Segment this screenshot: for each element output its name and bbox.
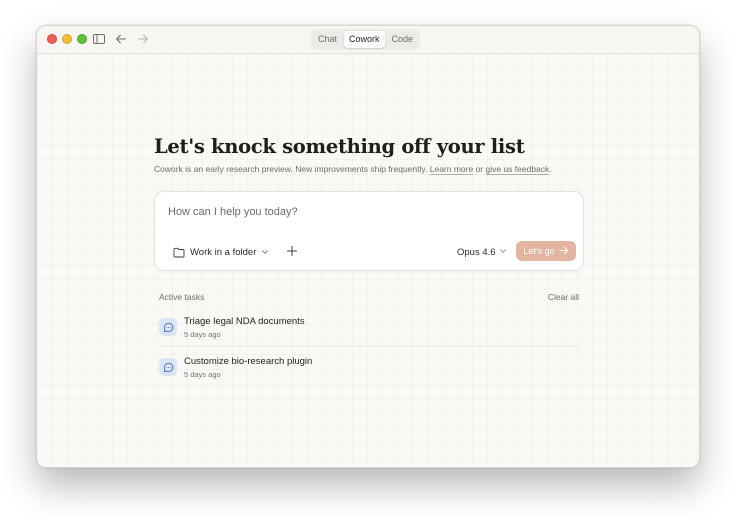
task-item[interactable]: Triage legal NDA documents 5 days ago [159,312,579,347]
task-item[interactable]: Customize bio-research plugin 5 days ago [159,352,579,388]
folder-icon [173,247,185,258]
chat-bubble-icon [159,318,177,336]
app-window: Chat Cowork Code Let's knock something o… [36,25,700,468]
minimize-window-button[interactable] [62,34,72,44]
prompt-composer: How can I help you today? Work in a fold… [154,191,584,271]
folder-button-label: Work in a folder [190,246,257,258]
tab-chat[interactable]: Chat [313,31,342,48]
page-title: Let's knock something off your list [154,135,525,158]
model-selector[interactable]: Opus 4.6 [457,244,507,260]
main-content: Let's knock something off your list Cowo… [37,54,699,467]
learn-more-link[interactable]: Learn more [430,164,473,174]
forward-arrow-icon[interactable] [136,32,150,46]
preview-notice-text: Cowork is an early research preview. New… [154,164,430,174]
clear-all-button[interactable]: Clear all [548,292,579,302]
close-window-button[interactable] [47,34,57,44]
task-timestamp: 5 days ago [184,330,221,339]
titlebar: Chat Cowork Code [37,26,699,54]
task-title: Customize bio-research plugin [184,356,313,367]
prompt-input[interactable]: How can I help you today? [168,206,298,218]
zoom-window-button[interactable] [77,34,87,44]
preview-notice-or: or [473,164,486,174]
preview-notice-period: . [549,164,552,174]
tab-code[interactable]: Code [387,31,419,48]
task-timestamp: 5 days ago [184,370,221,379]
model-name: Opus 4.6 [457,246,496,258]
chat-bubble-icon [159,358,177,376]
feedback-link[interactable]: give us feedback [485,164,549,174]
active-tasks-header: Active tasks Clear all [159,292,579,304]
back-arrow-icon[interactable] [114,32,128,46]
add-attachment-button[interactable] [286,245,298,257]
work-in-folder-button[interactable]: Work in a folder [173,244,269,260]
sidebar-toggle-icon[interactable] [92,32,106,46]
preview-notice: Cowork is an early research preview. New… [154,164,552,174]
chevron-down-icon [261,248,269,256]
tab-cowork[interactable]: Cowork [344,31,385,48]
arrow-right-icon [559,246,569,257]
mode-switcher: Chat Cowork Code [311,29,421,50]
lets-go-button[interactable]: Let's go [516,241,576,261]
chevron-down-icon [499,247,507,258]
lets-go-label: Let's go [523,246,555,256]
plus-icon [286,245,298,257]
active-tasks-title: Active tasks [159,292,205,302]
task-title: Triage legal NDA documents [184,316,305,327]
